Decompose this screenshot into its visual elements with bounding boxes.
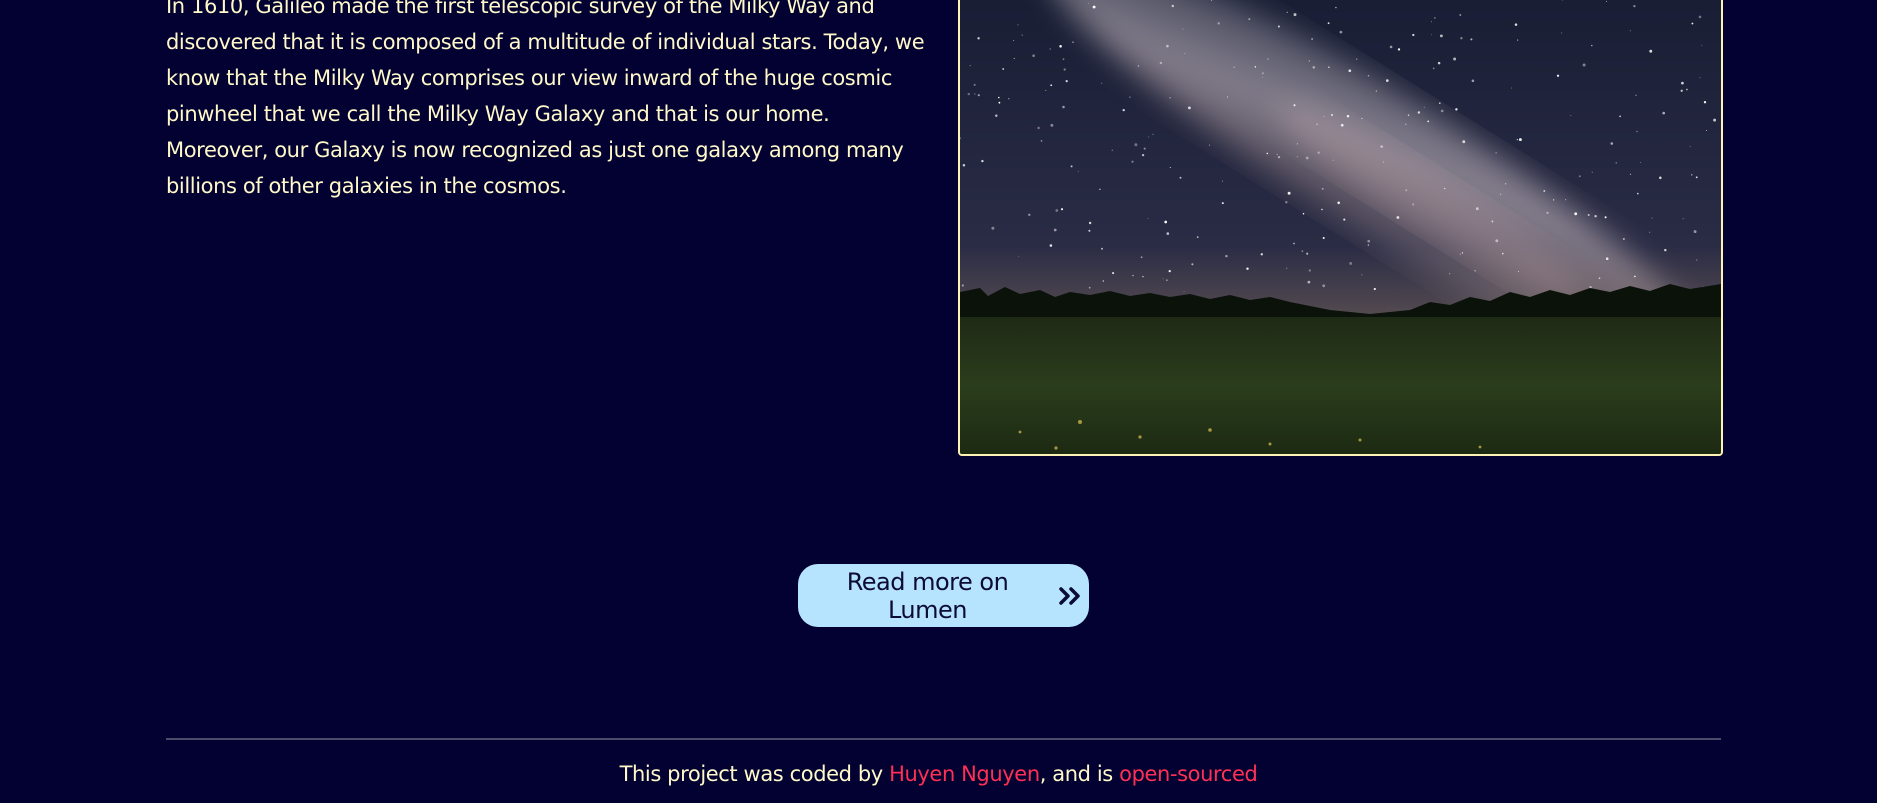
author-link[interactable]: Huyen Nguyen	[889, 762, 1040, 786]
read-more-label: Read more on Lumen	[846, 567, 1009, 624]
open-source-link[interactable]: open-sourced	[1119, 762, 1258, 786]
article-paragraph: In 1610, Galileo made the first telescop…	[166, 0, 925, 198]
read-more-button[interactable]: Read more on Lumen	[798, 564, 1089, 627]
page: In 1610, Galileo made the first telescop…	[0, 0, 1877, 803]
double-chevron-right-icon	[1059, 586, 1083, 606]
footer-divider	[166, 738, 1721, 740]
footer-middle: , and is	[1039, 762, 1114, 786]
footer-prefix: This project was coded by	[619, 762, 884, 786]
footer: This project was coded by Huyen Nguyen, …	[0, 762, 1877, 786]
milky-way-image	[960, 0, 1721, 454]
milky-way-photo	[958, 0, 1723, 456]
